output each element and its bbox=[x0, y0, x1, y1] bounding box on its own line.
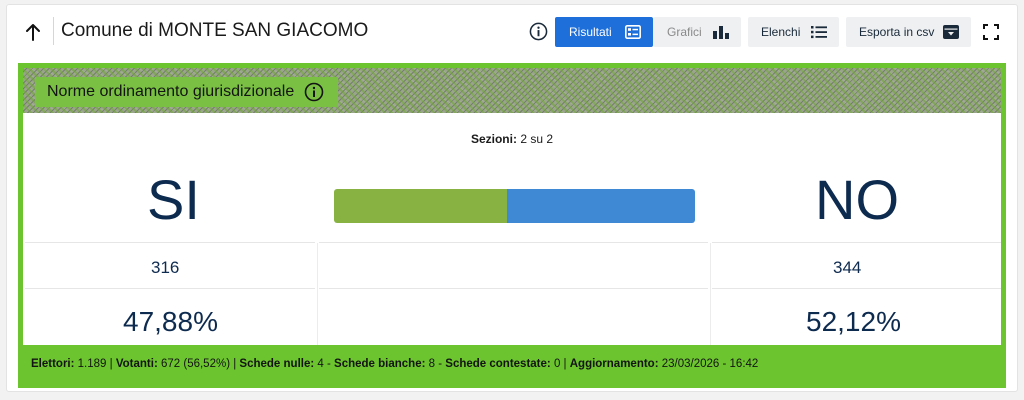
fullscreen-icon[interactable] bbox=[983, 24, 999, 40]
info-icon[interactable] bbox=[304, 82, 324, 102]
list-icon bbox=[811, 26, 827, 39]
results-card: Comune di MONTE SAN GIACOMO Risultati Gr… bbox=[6, 4, 1018, 392]
tab-label: Esporta in csv bbox=[859, 25, 935, 39]
aggiornamento-label: Aggiornamento: bbox=[569, 358, 659, 370]
elettori-value: 1.189 bbox=[77, 358, 107, 370]
elettori-label: Elettori: bbox=[31, 358, 75, 370]
schede-nulle-value: 4 bbox=[317, 358, 324, 370]
tab-label: Elenchi bbox=[761, 25, 801, 39]
card-header: Comune di MONTE SAN GIACOMO Risultati Gr… bbox=[7, 5, 1017, 57]
no-label: NO bbox=[815, 168, 899, 231]
schede-contestate-label: Schede contestate: bbox=[445, 358, 551, 370]
si-votes: 316 bbox=[151, 258, 180, 277]
header-divider bbox=[53, 17, 54, 45]
divider bbox=[712, 288, 1001, 289]
schede-nulle-label: Schede nulle: bbox=[239, 358, 315, 370]
divider bbox=[317, 243, 318, 351]
tab-elenchi[interactable]: Elenchi bbox=[748, 17, 839, 47]
schede-bianche-value: 8 bbox=[428, 358, 436, 370]
si-percent: 47,88% bbox=[123, 306, 218, 337]
divider bbox=[319, 288, 708, 289]
back-button[interactable] bbox=[21, 19, 45, 45]
download-box-icon bbox=[943, 25, 959, 39]
divider bbox=[712, 242, 1001, 243]
votanti-value: 672 (56,52%) bbox=[160, 358, 231, 370]
result-bar bbox=[334, 189, 695, 223]
divider bbox=[25, 288, 315, 289]
tab-grafici[interactable]: Grafici bbox=[653, 17, 741, 47]
referendum-title: Norme ordinamento giurisdizionale bbox=[35, 77, 339, 107]
list-card-icon bbox=[625, 25, 641, 39]
sezioni-info: Sezioni: 2 su 2 bbox=[23, 132, 1001, 146]
panel-header: Norme ordinamento giurisdizionale bbox=[23, 68, 1001, 113]
page-title: Comune di MONTE SAN GIACOMO bbox=[61, 20, 369, 41]
tab-label: Risultati bbox=[569, 25, 612, 39]
schede-contestate-value: 0 bbox=[553, 358, 561, 370]
referendum-panel: Norme ordinamento giurisdizionale Sezion… bbox=[18, 63, 1006, 388]
info-icon[interactable] bbox=[529, 22, 548, 41]
schede-bianche-label: Schede bianche: bbox=[334, 358, 426, 370]
divider bbox=[319, 242, 708, 243]
votanti-label: Votanti: bbox=[115, 358, 158, 370]
bar-segment-si bbox=[334, 189, 507, 223]
sezioni-value: 2 su 2 bbox=[520, 132, 554, 146]
arrow-up-icon bbox=[26, 24, 40, 41]
export-csv-button[interactable]: Esporta in csv bbox=[846, 17, 971, 47]
stats-footer: Elettori: 1.189 | Votanti: 672 (56,52%) … bbox=[23, 345, 1001, 383]
divider bbox=[25, 242, 315, 243]
sezioni-label: Sezioni: bbox=[470, 132, 517, 146]
tab-label: Grafici bbox=[667, 25, 702, 39]
bar-chart-icon bbox=[713, 26, 729, 39]
si-label: SI bbox=[147, 168, 200, 231]
bar-segment-no bbox=[506, 189, 695, 223]
no-votes: 344 bbox=[833, 258, 862, 277]
divider bbox=[710, 243, 711, 351]
referendum-title-text: Norme ordinamento giurisdizionale bbox=[47, 83, 295, 100]
no-percent: 52,12% bbox=[806, 306, 901, 337]
aggiornamento-value: 23/03/2026 - 16:42 bbox=[661, 358, 759, 370]
tab-risultati[interactable]: Risultati bbox=[555, 17, 653, 47]
